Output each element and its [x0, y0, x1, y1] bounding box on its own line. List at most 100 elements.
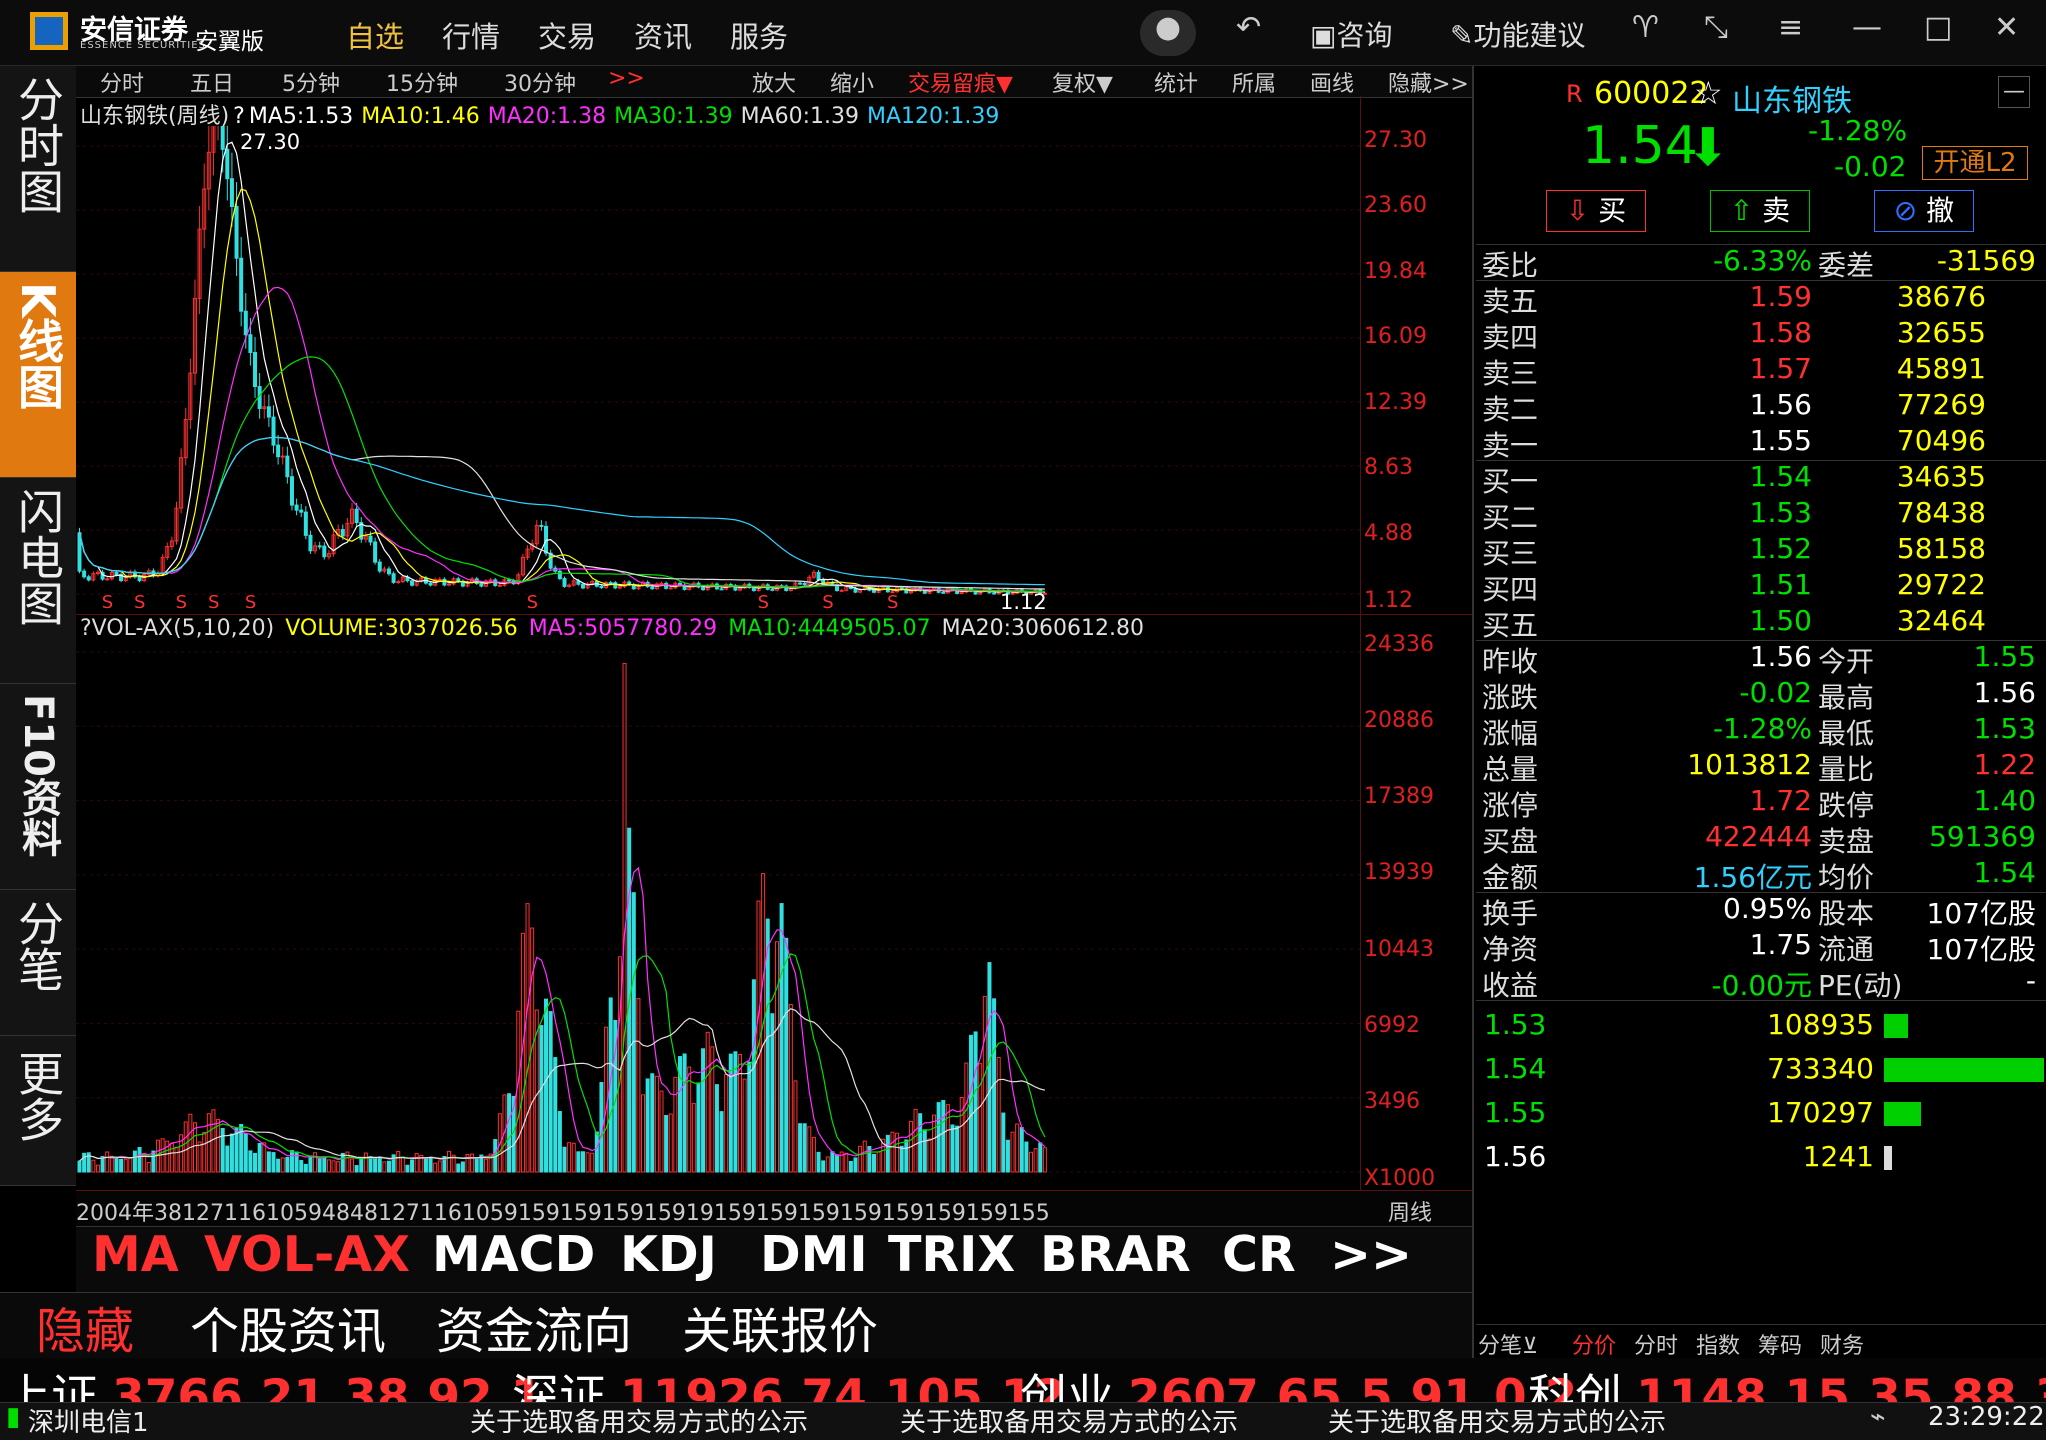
bottom-tab-hide[interactable]: 隐藏 — [36, 1292, 134, 1360]
shrink-icon[interactable]: ⤡ — [1704, 10, 1728, 45]
ind-more[interactable]: >> — [1330, 1226, 1412, 1292]
open-l2-button[interactable]: 开通L2 — [1922, 146, 2028, 180]
trade-marker[interactable]: S — [176, 592, 187, 613]
ind-macd[interactable]: MACD — [432, 1226, 595, 1292]
collapse-icon[interactable]: — — [1998, 76, 2030, 108]
skin-icon[interactable]: ♈ — [1632, 10, 1659, 45]
nav-trade[interactable]: 交易 — [538, 14, 596, 56]
hide-button[interactable]: 隐藏>> — [1388, 66, 1469, 98]
volume-ma-line — [79, 866, 1046, 1162]
period-5day[interactable]: 五日 — [190, 66, 234, 98]
sell-button[interactable]: ⇧ 卖 — [1710, 190, 1810, 232]
notice-link[interactable]: 关于选取备用交易方式的公示 — [470, 1402, 808, 1440]
zoom-out-button[interactable]: 缩小 — [830, 66, 874, 98]
order-book-row[interactable]: 卖三 1.57 45891 — [1480, 352, 2040, 390]
level-label: 买二 — [1482, 501, 1539, 534]
right-tab[interactable]: 分时 — [1634, 1328, 1678, 1360]
connection-label[interactable]: 深圳电信1 — [28, 1402, 149, 1440]
belong-button[interactable]: 所属 — [1232, 66, 1276, 98]
ind-trix[interactable]: TRIX — [888, 1226, 1015, 1292]
ticker-item[interactable]: 深证 11926.74 105.12 — [512, 1358, 1084, 1404]
order-book-row[interactable]: 卖五 1.59 38676 — [1480, 280, 2040, 318]
nav-service[interactable]: 服务 — [730, 14, 788, 56]
bottom-tab-fundflow[interactable]: 资金流向 — [436, 1292, 632, 1360]
ind-cr[interactable]: CR — [1222, 1226, 1296, 1292]
right-tab[interactable]: 财务 — [1820, 1328, 1864, 1360]
ticker-item[interactable]: 上证 3766.21 38.92 1. — [4, 1358, 561, 1404]
tab-f10[interactable]: F10资料 — [0, 684, 76, 890]
notice-link[interactable]: 关于选取备用交易方式的公示 — [1328, 1402, 1666, 1440]
trade-marker[interactable]: S — [134, 592, 145, 613]
trade-marker[interactable]: S — [527, 592, 538, 613]
nav-watchlist[interactable]: 自选 — [346, 14, 404, 56]
nav-news[interactable]: 资讯 — [634, 14, 692, 56]
period-30min[interactable]: 30分钟 — [504, 66, 576, 98]
trade-marker[interactable]: S — [822, 592, 833, 613]
tab-tick[interactable]: 分笔 — [0, 890, 76, 1036]
cancel-order-button[interactable]: ⊘ 撤 — [1874, 190, 1974, 232]
trade-marker[interactable]: S — [102, 592, 113, 613]
bottom-tab-related[interactable]: 关联报价 — [682, 1292, 878, 1360]
consult-button[interactable]: ▣咨询 — [1310, 14, 1392, 54]
chart-icon[interactable]: ⌁ — [1870, 1402, 1886, 1440]
tab-kline[interactable]: K线图 — [0, 272, 76, 478]
volume-bar — [696, 1082, 701, 1173]
buy-button[interactable]: ⇩ 买 — [1546, 190, 1646, 232]
order-book-row[interactable]: 买四 1.51 29722 — [1480, 568, 2040, 606]
order-book-row[interactable]: 卖一 1.55 70496 — [1480, 424, 2040, 462]
period-15min[interactable]: 15分钟 — [386, 66, 458, 98]
maximize-icon[interactable]: □ — [1924, 10, 1952, 45]
period-intraday[interactable]: 分时 — [100, 66, 144, 98]
ticker-item[interactable]: 科创 1148.15 35.88 3. — [1528, 1358, 2046, 1404]
order-book-row[interactable]: 买二 1.53 78438 — [1480, 496, 2040, 534]
kline-chart[interactable]: SSSSSSSSS — [76, 126, 1360, 614]
trade-marker[interactable]: S — [208, 592, 219, 613]
right-tab[interactable]: 分笔⊻ — [1478, 1328, 1538, 1360]
order-book-row[interactable]: 卖四 1.58 32655 — [1480, 316, 2040, 354]
draw-button[interactable]: 画线 — [1310, 66, 1354, 98]
ind-kdj[interactable]: KDJ — [620, 1226, 717, 1292]
right-tab[interactable]: 分价 — [1572, 1328, 1616, 1360]
feedback-button[interactable]: ✎功能建议 — [1450, 14, 1585, 54]
order-book-row[interactable]: 买五 1.50 32464 — [1480, 604, 2040, 642]
stat-label: 最低 — [1818, 717, 1875, 750]
trade-marker[interactable]: S — [758, 592, 769, 613]
nav-market[interactable]: 行情 — [442, 14, 500, 56]
order-book-row[interactable]: 买三 1.52 58158 — [1480, 532, 2040, 570]
bottom-tab-news[interactable]: 个股资讯 — [190, 1292, 386, 1360]
ticker-item[interactable]: 创业 2607.65 5.91 0.2 — [1020, 1358, 1577, 1404]
order-book-row[interactable]: 卖二 1.56 77269 — [1480, 388, 2040, 426]
ind-ma[interactable]: MA — [92, 1226, 179, 1292]
adjust-dropdown[interactable]: 复权▼ — [1052, 66, 1113, 98]
favorite-icon[interactable]: ☆ — [1694, 74, 1723, 112]
volume-bar — [350, 1158, 355, 1173]
user-icon[interactable]: ● — [1140, 10, 1196, 56]
ind-vol[interactable]: VOL-AX — [204, 1226, 410, 1292]
trade-marker[interactable]: S — [245, 592, 256, 613]
volume-bar — [751, 979, 756, 1173]
back-icon[interactable]: ↶ — [1236, 10, 1261, 45]
right-tab[interactable]: 指数 — [1696, 1328, 1740, 1360]
trade-marker[interactable]: S — [887, 592, 898, 613]
menu-icon[interactable]: ≡ — [1778, 10, 1803, 45]
period-5min[interactable]: 5分钟 — [282, 66, 340, 98]
notice-link[interactable]: 关于选取备用交易方式的公示 — [900, 1402, 1238, 1440]
right-tab[interactable]: 筹码 — [1758, 1328, 1802, 1360]
ind-dmi[interactable]: DMI — [760, 1226, 868, 1292]
close-icon[interactable]: ✕ — [1994, 10, 2019, 45]
order-book-row[interactable]: 买一 1.54 34635 — [1480, 460, 2040, 498]
volume-chart[interactable] — [76, 644, 1360, 1180]
trade-trace-dropdown[interactable]: 交易留痕▼ — [908, 66, 1013, 98]
tab-flash[interactable]: 闪电图 — [0, 478, 76, 684]
minimize-icon[interactable]: — — [1852, 10, 1882, 45]
volume-bar — [747, 1061, 752, 1173]
volume-bar — [830, 1151, 835, 1173]
tab-more[interactable]: 更多 — [0, 1036, 76, 1186]
period-more[interactable]: >> — [608, 66, 645, 98]
level-price: 1.57 — [1749, 352, 1812, 385]
stats-button[interactable]: 统计 — [1154, 66, 1198, 98]
zoom-in-button[interactable]: 放大 — [752, 66, 796, 98]
ind-brar[interactable]: BRAR — [1040, 1226, 1191, 1292]
volume-bar — [738, 1054, 743, 1173]
tab-intraday[interactable]: 分时图 — [0, 66, 76, 272]
